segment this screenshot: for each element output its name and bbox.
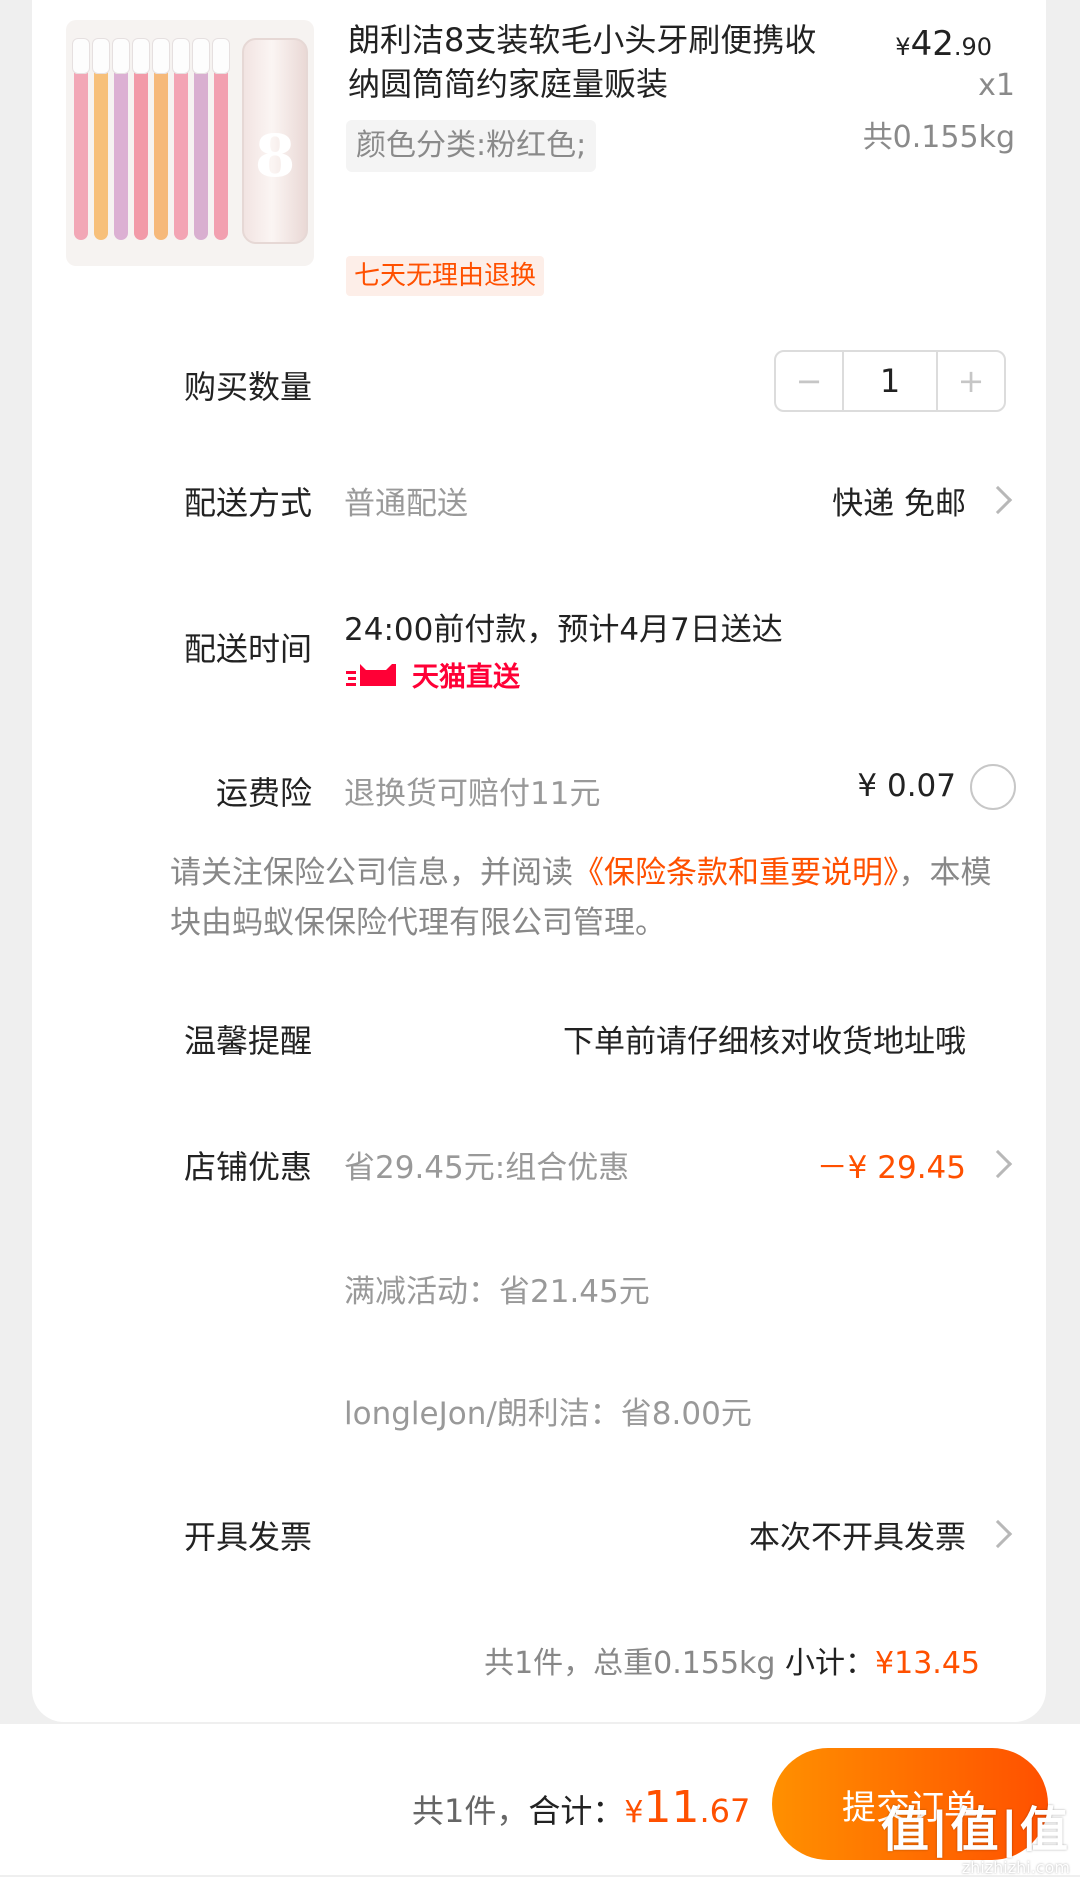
- tube-number: 8: [254, 122, 296, 190]
- product-spec: 颜色分类:粉红色;: [346, 120, 597, 172]
- increase-button[interactable]: +: [938, 352, 1004, 410]
- watermark: 值|值|值 zhizhizhi.com: [881, 1790, 1070, 1877]
- delivery-method-value: 普通配送: [344, 486, 468, 522]
- quantity-stepper: − 1 +: [774, 350, 1006, 412]
- subtotal-summary: 共1件，总重0.155kg: [484, 1646, 776, 1681]
- delivery-time-value: 24:00前付款，预计4月7日送达: [344, 612, 783, 648]
- watermark-logo: 值|值|值: [880, 1802, 1070, 1858]
- toothbrush-orange: [154, 50, 168, 240]
- decrease-button[interactable]: −: [776, 352, 842, 410]
- toothbrush-pink: [74, 50, 88, 240]
- toothbrush-orange: [94, 50, 108, 240]
- shipping-insurance-label: 运费险: [215, 774, 312, 812]
- tip-label: 温馨提醒: [183, 1022, 312, 1060]
- total-int: 11: [643, 1782, 700, 1833]
- invoice-label: 开具发票: [183, 1518, 312, 1556]
- tip-value: 下单前请仔细核对收货地址哦: [563, 1024, 966, 1060]
- brush-head: [72, 38, 90, 74]
- order-total: 共1件，合计：¥11.67: [412, 1782, 750, 1833]
- brush-head: [92, 38, 110, 74]
- tmall-icon: [346, 664, 396, 686]
- product-quantity: x1: [978, 68, 1015, 103]
- brush-head: [152, 38, 170, 74]
- purchase-qty-label: 购买数量: [183, 368, 312, 406]
- store-discount-amount[interactable]: －¥ 29.45: [817, 1142, 966, 1187]
- notice-text: 请关注保险公司信息，并阅读: [170, 855, 573, 891]
- price-int: 42: [910, 24, 954, 64]
- store-discount-label: 店铺优惠: [183, 1148, 312, 1186]
- insurance-terms-link[interactable]: 《保险条款和重要说明》: [573, 855, 899, 891]
- product-weight: 共0.155kg: [862, 120, 1015, 155]
- toothbrush-pink: [134, 50, 148, 240]
- brush-head: [192, 38, 210, 74]
- product-image[interactable]: 8: [66, 20, 314, 266]
- delivery-method-label: 配送方式: [183, 484, 312, 522]
- brush-head: [112, 38, 130, 74]
- shipping-insurance-price: ¥ 0.07: [857, 768, 956, 804]
- subtotal: 共1件，总重0.155kg 小计：¥13.45: [484, 1638, 980, 1682]
- product-title[interactable]: 朗利洁8支装软毛小头牙刷便携收纳圆筒简约家庭量贩装: [348, 18, 838, 106]
- delivery-method-option[interactable]: 快递 免邮: [832, 478, 966, 523]
- store-discount-value: 省29.45元:组合优惠: [344, 1150, 630, 1186]
- brush-head: [172, 38, 190, 74]
- total-count: 共1件，: [412, 1792, 529, 1830]
- quantity-value[interactable]: 1: [842, 352, 938, 410]
- watermark-url: zhizhizhi.com: [961, 1858, 1070, 1877]
- invoice-value[interactable]: 本次不开具发票: [749, 1512, 966, 1557]
- return-policy-badge: 七天无理由退换: [346, 256, 545, 296]
- subtotal-amount: 13.45: [894, 1646, 980, 1681]
- price-yen: ¥: [895, 33, 911, 61]
- discount-detail: longleJon/朗利洁：省8.00元: [344, 1396, 752, 1432]
- subtotal-yen: ¥: [875, 1646, 895, 1681]
- tmall-direct-badge: 天猫直送: [412, 662, 520, 693]
- storage-tube: 8: [242, 38, 308, 244]
- toothbrush-purple: [194, 50, 208, 240]
- subtotal-label: 小计：: [785, 1646, 876, 1681]
- shipping-insurance-desc: 退换货可赔付11元: [344, 776, 601, 812]
- toothbrush-purple: [114, 50, 128, 240]
- insurance-radio[interactable]: [970, 764, 1016, 810]
- product-price: ¥42.90: [895, 24, 992, 64]
- toothbrush-pink: [214, 50, 228, 240]
- total-dec: .67: [699, 1792, 751, 1830]
- delivery-time-label: 配送时间: [183, 630, 312, 668]
- total-yen: ¥: [624, 1795, 644, 1830]
- total-label: 合计：: [528, 1792, 625, 1830]
- discount-detail: 满减活动：省21.45元: [344, 1274, 650, 1310]
- brush-head: [132, 38, 150, 74]
- price-dec: .90: [953, 33, 992, 61]
- brush-head: [212, 38, 230, 74]
- insurance-notice: 请关注保险公司信息，并阅读《保险条款和重要说明》，本模块由蚂蚁保保险代理有限公司…: [170, 848, 1010, 948]
- toothbrush-pink: [174, 50, 188, 240]
